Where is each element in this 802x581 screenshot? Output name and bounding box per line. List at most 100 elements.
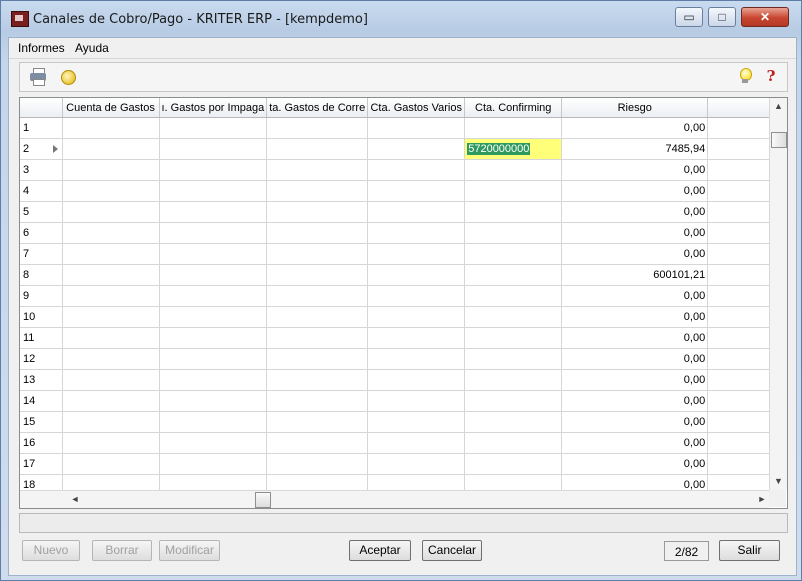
cell-gastos-varios[interactable] [367, 285, 466, 307]
cell-riesgo[interactable]: 0,00 [561, 117, 709, 139]
table-row[interactable]: 10 0,00 [20, 306, 786, 328]
cell-riesgo[interactable]: 0,00 [561, 390, 709, 412]
row-header[interactable]: 5 [20, 201, 63, 223]
horizontal-scrollbar[interactable]: ◄ ► [20, 490, 769, 508]
cell-gastos-varios[interactable] [367, 180, 466, 202]
cell-riesgo[interactable]: 0,00 [561, 243, 709, 265]
cell-gastos-impagados[interactable] [159, 432, 268, 454]
cancelar-button[interactable]: Cancelar [422, 540, 482, 561]
scroll-right-icon[interactable]: ► [754, 491, 770, 508]
cell-gastos-varios[interactable] [367, 159, 466, 181]
table-row[interactable]: 1 0,00 [20, 117, 786, 139]
cell-gastos-varios[interactable] [367, 390, 466, 412]
scroll-up-icon[interactable]: ▲ [770, 98, 787, 114]
table-row[interactable]: 12 0,00 [20, 348, 786, 370]
row-header[interactable]: 6 [20, 222, 63, 244]
cell-gastos-correo[interactable] [266, 264, 369, 286]
cell-gastos-correo[interactable] [266, 348, 369, 370]
cell-gastos-impagados[interactable] [159, 264, 268, 286]
cell-gastos-impagados[interactable] [159, 390, 268, 412]
cell-riesgo[interactable]: 0,00 [561, 369, 709, 391]
cell-gastos-varios[interactable] [367, 453, 466, 475]
cell-confirming[interactable] [464, 411, 563, 433]
row-header[interactable]: 7 [20, 243, 63, 265]
cell-gastos-correo[interactable] [266, 222, 369, 244]
aceptar-button[interactable]: Aceptar [349, 540, 411, 561]
maximize-button[interactable]: □ [708, 7, 736, 27]
cell-gastos-impagados[interactable] [159, 453, 268, 475]
cell-cuenta-gastos[interactable] [62, 117, 160, 139]
cell-gastos-varios[interactable] [367, 369, 466, 391]
cell-gastos-impagados[interactable] [159, 348, 268, 370]
row-header[interactable]: 14 [20, 390, 63, 412]
cell-gastos-impagados[interactable] [159, 306, 268, 328]
cell-cuenta-gastos[interactable] [62, 432, 160, 454]
table-row[interactable]: 16 0,00 [20, 432, 786, 454]
cell-gastos-varios[interactable] [367, 243, 466, 265]
cell-riesgo[interactable]: 0,00 [561, 222, 709, 244]
cell-gastos-impagados[interactable] [159, 327, 268, 349]
cell-confirming[interactable] [464, 159, 563, 181]
cell-gastos-varios[interactable] [367, 201, 466, 223]
help-icon[interactable]: ? [762, 67, 780, 85]
cell-gastos-impagados[interactable] [159, 159, 268, 181]
table-row[interactable]: 14 0,00 [20, 390, 786, 412]
row-header[interactable]: 11 [20, 327, 63, 349]
cell-gastos-correo[interactable] [266, 180, 369, 202]
cell-gastos-impagados[interactable] [159, 201, 268, 223]
row-header[interactable]: 3 [20, 159, 63, 181]
cell-cuenta-gastos[interactable] [62, 390, 160, 412]
cell-gastos-impagados[interactable] [159, 180, 268, 202]
cell-gastos-impagados[interactable] [159, 285, 268, 307]
cell-cuenta-gastos[interactable] [62, 222, 160, 244]
cell-cuenta-gastos[interactable] [62, 201, 160, 223]
cell-gastos-correo[interactable] [266, 159, 369, 181]
cell-gastos-varios[interactable] [367, 348, 466, 370]
col-header-gastos-correo[interactable]: ta. Gastos de Corre [266, 98, 369, 118]
cell-confirming[interactable] [464, 117, 563, 139]
cell-gastos-varios[interactable] [367, 222, 466, 244]
menu-informes[interactable]: Informes [18, 41, 65, 55]
close-button[interactable]: ✕ [741, 7, 789, 27]
cell-confirming[interactable] [464, 222, 563, 244]
row-header[interactable]: 17 [20, 453, 63, 475]
row-header[interactable]: 10 [20, 306, 63, 328]
lightbulb-icon[interactable] [736, 67, 754, 85]
row-header[interactable]: 12 [20, 348, 63, 370]
data-grid[interactable]: Cuenta de Gastos ı. Gastos por Impaga ta… [19, 97, 788, 509]
col-header-confirming[interactable]: Cta. Confirming [464, 98, 563, 118]
cell-gastos-correo[interactable] [266, 117, 369, 139]
cell-riesgo[interactable]: 0,00 [561, 306, 709, 328]
cell-gastos-correo[interactable] [266, 306, 369, 328]
cell-gastos-correo[interactable] [266, 243, 369, 265]
cell-gastos-impagados[interactable] [159, 138, 268, 160]
selected-cell-text[interactable]: 5720000000 [467, 143, 531, 155]
cell-confirming[interactable] [464, 348, 563, 370]
cell-cuenta-gastos[interactable] [62, 327, 160, 349]
table-row[interactable]: 6 0,00 [20, 222, 786, 244]
scroll-down-icon[interactable]: ▼ [770, 473, 787, 489]
table-row[interactable]: 15 0,00 [20, 411, 786, 433]
table-row[interactable]: 9 0,00 [20, 285, 786, 307]
col-header-cuenta-gastos[interactable]: Cuenta de Gastos [62, 98, 160, 118]
nuevo-button[interactable]: Nuevo [22, 540, 80, 561]
cell-gastos-correo[interactable] [266, 369, 369, 391]
col-header-riesgo[interactable]: Riesgo [561, 98, 709, 118]
cell-gastos-varios[interactable] [367, 411, 466, 433]
cell-gastos-varios[interactable] [367, 138, 466, 160]
menu-ayuda[interactable]: Ayuda [75, 41, 109, 55]
cell-gastos-correo[interactable] [266, 201, 369, 223]
row-header[interactable]: 4 [20, 180, 63, 202]
row-header[interactable]: 1 [20, 117, 63, 139]
cell-cuenta-gastos[interactable] [62, 411, 160, 433]
cell-riesgo[interactable]: 0,00 [561, 327, 709, 349]
cell-confirming[interactable] [464, 432, 563, 454]
cell-confirming[interactable] [464, 306, 563, 328]
cell-gastos-varios[interactable] [367, 432, 466, 454]
cell-cuenta-gastos[interactable] [62, 369, 160, 391]
cell-cuenta-gastos[interactable] [62, 243, 160, 265]
minimize-button[interactable]: ▭ [675, 7, 703, 27]
table-row[interactable]: 4 0,00 [20, 180, 786, 202]
table-row[interactable]: 17 0,00 [20, 453, 786, 475]
cell-cuenta-gastos[interactable] [62, 264, 160, 286]
